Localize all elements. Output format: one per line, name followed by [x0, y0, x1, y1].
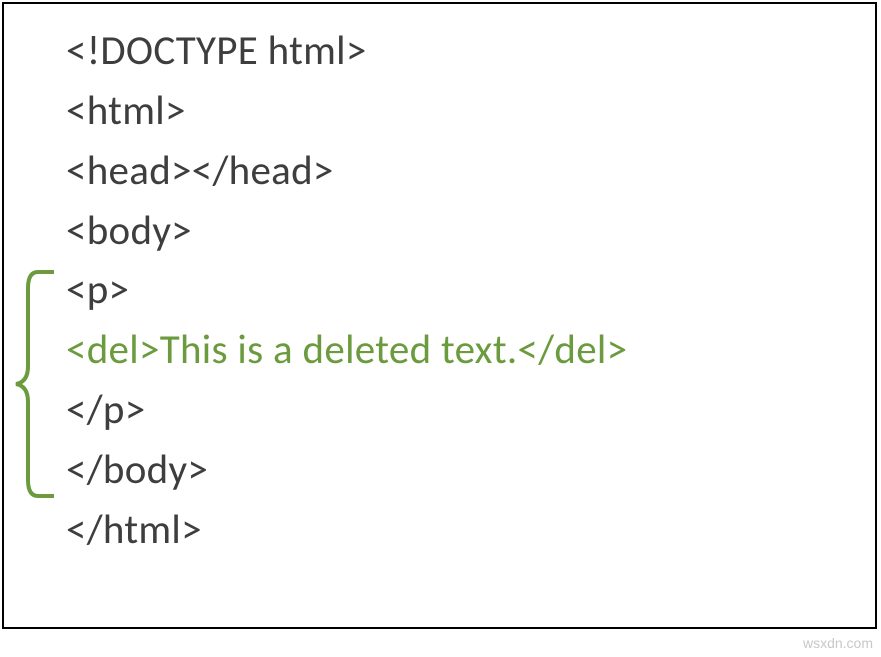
code-line-8: </body>: [66, 441, 865, 501]
code-line-9: </html>: [66, 501, 865, 561]
code-frame: <!DOCTYPE html> <html> <head></head> <bo…: [2, 2, 877, 629]
code-line-7: </p>: [66, 381, 865, 441]
highlight-bracket: [10, 270, 56, 498]
code-line-6-highlighted: <del>This is a deleted text.</del>: [66, 321, 865, 381]
code-line-4: <body>: [66, 202, 865, 262]
code-line-5: <p>: [66, 261, 865, 321]
code-line-2: <html>: [66, 82, 865, 142]
code-line-3: <head></head>: [66, 142, 865, 202]
code-line-1: <!DOCTYPE html>: [66, 22, 865, 82]
watermark: wsxdn.com: [803, 635, 873, 651]
